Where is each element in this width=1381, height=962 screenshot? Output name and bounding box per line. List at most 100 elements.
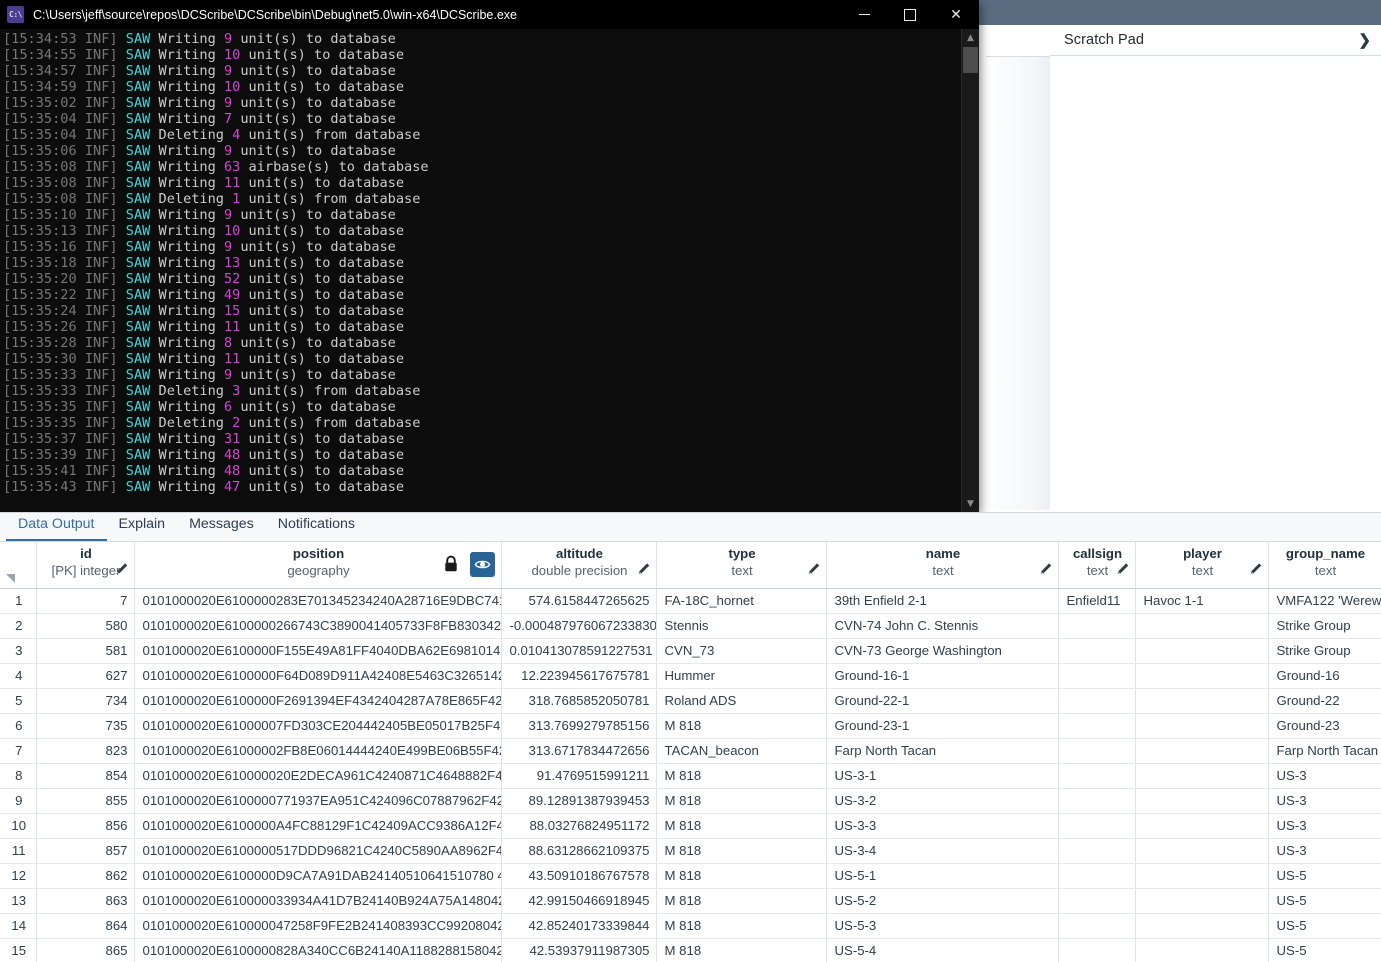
cell-callsign[interactable] xyxy=(1058,888,1136,914)
pencil-icon[interactable] xyxy=(1039,562,1053,576)
cell-type[interactable]: M 818 xyxy=(656,788,827,814)
cell-callsign[interactable] xyxy=(1058,738,1136,764)
cell-group_name[interactable]: Farp North Tacan xyxy=(1268,738,1381,764)
grid-corner-cell[interactable] xyxy=(0,542,37,589)
cell-altitude[interactable]: 42.53937911987305 xyxy=(501,938,657,962)
row-number[interactable]: 1 xyxy=(0,588,37,614)
row-number[interactable]: 13 xyxy=(0,888,37,914)
cell-altitude[interactable]: 88.03276824951172 xyxy=(501,813,657,839)
cell-player[interactable] xyxy=(1135,938,1269,962)
cell-name[interactable]: Ground-22-1 xyxy=(826,688,1059,714)
cell-type[interactable]: M 818 xyxy=(656,838,827,864)
cell-position[interactable]: 0101000020E6100000F64D089D911A42408E5463… xyxy=(134,663,502,689)
cell-callsign[interactable] xyxy=(1058,763,1136,789)
cell-position[interactable]: 0101000020E6100000F155E49A81FF4040DBA62E… xyxy=(134,638,502,664)
cell-callsign[interactable] xyxy=(1058,838,1136,864)
pencil-icon[interactable] xyxy=(637,562,651,576)
tab-notifications[interactable]: Notifications xyxy=(266,512,367,541)
column-header-id[interactable]: id [PK] integer xyxy=(36,542,135,589)
table-row[interactable]: 10 856 0101000020E6100000A4FC88129F1C42409… xyxy=(0,813,1381,839)
cell-id[interactable]: 865 xyxy=(36,938,135,962)
scroll-down-icon[interactable]: ▼ xyxy=(962,495,979,512)
cell-name[interactable]: CVN-74 John C. Stennis xyxy=(826,613,1059,639)
row-number[interactable]: 15 xyxy=(0,938,37,962)
cell-id[interactable]: 7 xyxy=(36,588,135,614)
column-header-type[interactable]: type text xyxy=(656,542,827,589)
table-row[interactable]: 3 581 0101000020E6100000F155E49A81FF4040DB… xyxy=(0,638,1381,664)
cell-player[interactable] xyxy=(1135,613,1269,639)
pencil-icon[interactable] xyxy=(1249,562,1263,576)
cell-name[interactable]: Ground-23-1 xyxy=(826,713,1059,739)
cell-id[interactable]: 581 xyxy=(36,638,135,664)
cell-type[interactable]: M 818 xyxy=(656,813,827,839)
cell-position[interactable]: 0101000020E6100000F2691394EF4342404287A7… xyxy=(134,688,502,714)
cell-id[interactable]: 856 xyxy=(36,813,135,839)
tab-explain[interactable]: Explain xyxy=(107,512,178,541)
table-row[interactable]: 8 854 0101000020E610000020E2DECA961C424087… xyxy=(0,763,1381,789)
table-row[interactable]: 13 863 0101000020E610000033934A41D7B24140B… xyxy=(0,888,1381,914)
cell-altitude[interactable]: 42.85240173339844 xyxy=(501,913,657,939)
cell-altitude[interactable]: 313.7699279785156 xyxy=(501,713,657,739)
scrollbar-thumb[interactable] xyxy=(963,47,978,73)
cell-position[interactable]: 0101000020E6100000A4FC88129F1C42409ACC93… xyxy=(134,813,502,839)
minimize-button[interactable] xyxy=(841,0,887,29)
cell-player[interactable] xyxy=(1135,688,1269,714)
table-row[interactable]: 5 734 0101000020E6100000F2691394EF43424042… xyxy=(0,688,1381,714)
cell-type[interactable]: Hummer xyxy=(656,663,827,689)
cell-type[interactable]: M 818 xyxy=(656,888,827,914)
table-row[interactable]: 1 7 0101000020E6100000283E701345234240A287… xyxy=(0,588,1381,614)
cell-type[interactable]: TACAN_beacon xyxy=(656,738,827,764)
eye-icon[interactable] xyxy=(469,552,495,577)
cell-type[interactable]: Roland ADS xyxy=(656,688,827,714)
cell-callsign[interactable] xyxy=(1058,713,1136,739)
cell-group_name[interactable]: US-3 xyxy=(1268,788,1381,814)
cell-id[interactable]: 864 xyxy=(36,913,135,939)
tab-data-output[interactable]: Data Output xyxy=(6,512,107,541)
cell-altitude[interactable]: 574.6158447265625 xyxy=(501,588,657,614)
cell-group_name[interactable]: Ground-23 xyxy=(1268,713,1381,739)
row-number[interactable]: 10 xyxy=(0,813,37,839)
cell-name[interactable]: CVN-73 George Washington xyxy=(826,638,1059,664)
cell-position[interactable]: 0101000020E6100000828A340CC6B24140A11882… xyxy=(134,938,502,962)
cell-name[interactable]: 39th Enfield 2-1 xyxy=(826,588,1059,614)
cell-player[interactable] xyxy=(1135,838,1269,864)
cell-altitude[interactable]: 0.010413078591227531 xyxy=(501,638,657,664)
cell-player[interactable] xyxy=(1135,888,1269,914)
cell-name[interactable]: US-5-1 xyxy=(826,863,1059,889)
row-number[interactable]: 5 xyxy=(0,688,37,714)
cell-position[interactable]: 0101000020E610000047258F9FE2B241408393CC… xyxy=(134,913,502,939)
cell-group_name[interactable]: US-5 xyxy=(1268,888,1381,914)
cell-player[interactable] xyxy=(1135,738,1269,764)
maximize-button[interactable] xyxy=(887,0,933,29)
cell-callsign[interactable] xyxy=(1058,688,1136,714)
cell-name[interactable]: US-3-3 xyxy=(826,813,1059,839)
cell-position[interactable]: 0101000020E61000007FD303CE204442405BE050… xyxy=(134,713,502,739)
cell-callsign[interactable] xyxy=(1058,813,1136,839)
column-header-name[interactable]: name text xyxy=(826,542,1059,589)
console-title-bar[interactable]: C:\ C:\Users\jeff\source\repos\DCScribe\… xyxy=(0,0,979,29)
pencil-icon[interactable] xyxy=(1116,562,1130,576)
cell-position[interactable]: 0101000020E610000033934A41D7B24140B924A7… xyxy=(134,888,502,914)
cell-id[interactable]: 734 xyxy=(36,688,135,714)
row-number[interactable]: 2 xyxy=(0,613,37,639)
column-header-player[interactable]: player text xyxy=(1135,542,1269,589)
row-number[interactable]: 7 xyxy=(0,738,37,764)
cell-callsign[interactable] xyxy=(1058,938,1136,962)
cell-altitude[interactable]: 318.7685852050781 xyxy=(501,688,657,714)
cell-id[interactable]: 854 xyxy=(36,763,135,789)
cell-position[interactable]: 0101000020E6100000517DDD96821C4240C5890A… xyxy=(134,838,502,864)
cell-group_name[interactable]: US-5 xyxy=(1268,863,1381,889)
chevron-right-icon[interactable]: ❯ xyxy=(1358,33,1371,48)
cell-player[interactable] xyxy=(1135,788,1269,814)
cell-altitude[interactable]: 91.4769515991211 xyxy=(501,763,657,789)
cell-player[interactable] xyxy=(1135,713,1269,739)
column-header-position[interactable]: position geography xyxy=(134,542,502,589)
row-number[interactable]: 6 xyxy=(0,713,37,739)
cell-position[interactable]: 0101000020E6100000771937EA951C424096C078… xyxy=(134,788,502,814)
cell-player[interactable]: Havoc 1-1 xyxy=(1135,588,1269,614)
cell-altitude[interactable]: 12.223945617675781 xyxy=(501,663,657,689)
column-header-altitude[interactable]: altitude double precision xyxy=(501,542,657,589)
cell-player[interactable] xyxy=(1135,913,1269,939)
cell-altitude[interactable]: 43.50910186767578 xyxy=(501,863,657,889)
cell-name[interactable]: US-3-4 xyxy=(826,838,1059,864)
